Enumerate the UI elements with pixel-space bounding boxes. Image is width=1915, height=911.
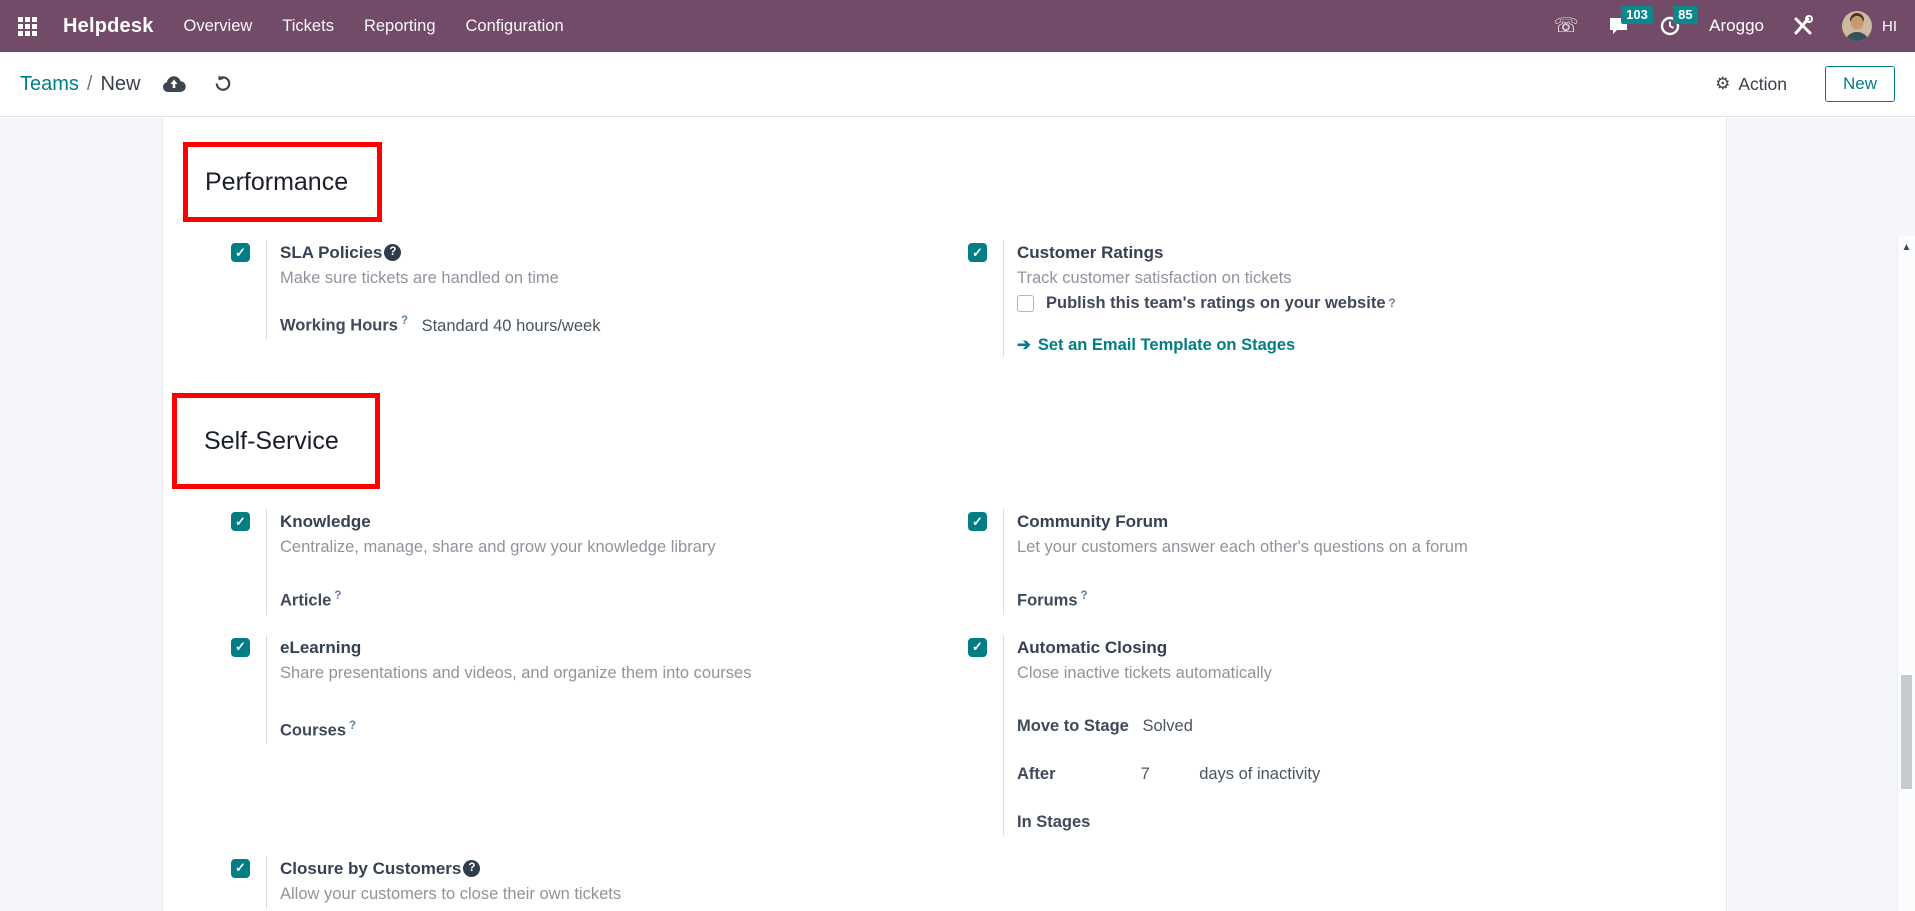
tools-icon[interactable] xyxy=(1790,11,1816,41)
vertical-scrollbar[interactable]: ▲ xyxy=(1897,236,1915,911)
after-days-suffix: days of inactivity xyxy=(1199,765,1320,783)
automatic-closing-checkbox[interactable]: ✓ xyxy=(968,638,987,657)
setting-community-forum: ✓ Community Forum Let your customers ans… xyxy=(968,509,1726,615)
elearning-title: eLearning xyxy=(280,635,968,660)
courses-label: Courses xyxy=(280,721,346,739)
sla-policies-checkbox[interactable]: ✓ xyxy=(231,243,250,262)
closure-by-customers-desc: Allow your customers to close their own … xyxy=(280,882,968,907)
email-template-link[interactable]: ➔ Set an Email Template on Stages xyxy=(1017,335,1726,355)
annotation-box-performance: Performance xyxy=(183,142,382,222)
elearning-desc: Share presentations and videos, and orga… xyxy=(280,661,968,686)
forums-label: Forums xyxy=(1017,592,1078,610)
sla-policies-title: SLA Policies xyxy=(280,240,382,265)
publish-ratings-label: Publish this team's ratings on your webs… xyxy=(1046,294,1386,313)
customer-ratings-checkbox[interactable]: ✓ xyxy=(968,243,987,262)
after-days-input[interactable]: 7 xyxy=(1141,762,1195,786)
settings-form-card: Performance ✓ SLA Policies ? Make sure t… xyxy=(162,118,1727,911)
sla-policies-desc: Make sure tickets are handled on time xyxy=(280,266,968,291)
setting-customer-ratings: ✓ Customer Ratings Track customer satisf… xyxy=(968,240,1726,357)
gear-icon: ⚙ xyxy=(1715,74,1730,94)
setting-elearning: ✓ eLearning Share presentations and vide… xyxy=(231,635,968,836)
activities-count-badge: 85 xyxy=(1673,6,1697,24)
company-name[interactable]: Aroggo xyxy=(1709,16,1764,36)
voip-phone-icon[interactable]: ☏ xyxy=(1553,11,1579,41)
working-hours-label: Working Hours xyxy=(280,317,398,335)
scrollbar-thumb[interactable] xyxy=(1901,675,1912,789)
main-content: Performance ✓ SLA Policies ? Make sure t… xyxy=(0,118,1915,911)
breadcrumb-teams-link[interactable]: Teams xyxy=(20,73,79,96)
elearning-checkbox[interactable]: ✓ xyxy=(231,638,250,657)
article-help-sup: ? xyxy=(334,590,341,602)
setting-sla-policies: ✓ SLA Policies ? Make sure tickets are h… xyxy=(231,240,968,357)
publish-ratings-checkbox[interactable] xyxy=(1017,295,1034,312)
closure-by-customers-title: Closure by Customers xyxy=(280,856,461,881)
breadcrumb-current: New xyxy=(100,73,140,96)
working-hours-value[interactable]: Standard 40 hours/week xyxy=(422,317,601,335)
closure-by-customers-checkbox[interactable]: ✓ xyxy=(231,859,250,878)
working-hours-help-sup: ? xyxy=(401,315,408,327)
top-navbar: Helpdesk Overview Tickets Reporting Conf… xyxy=(0,0,1915,52)
help-circle-icon: ? xyxy=(384,244,401,261)
avatar[interactable] xyxy=(1842,11,1872,41)
community-forum-checkbox[interactable]: ✓ xyxy=(968,512,987,531)
nav-item-tickets[interactable]: Tickets xyxy=(282,17,334,36)
move-to-stage-value[interactable]: Solved xyxy=(1142,717,1192,735)
messages-count-badge: 103 xyxy=(1621,6,1653,24)
activities-icon[interactable]: 85 xyxy=(1657,11,1683,41)
community-forum-desc: Let your customers answer each other's q… xyxy=(1017,535,1726,560)
automatic-closing-desc: Close inactive tickets automatically xyxy=(1017,661,1726,686)
knowledge-checkbox[interactable]: ✓ xyxy=(231,512,250,531)
nav-item-reporting[interactable]: Reporting xyxy=(364,17,436,36)
save-cloud-icon[interactable] xyxy=(162,75,186,93)
user-initials[interactable]: HI xyxy=(1882,18,1897,35)
publish-ratings-help-sup: ? xyxy=(1389,298,1396,310)
apps-grid-icon[interactable] xyxy=(18,17,37,36)
section-title-performance: Performance xyxy=(205,168,348,197)
customer-ratings-desc: Track customer satisfaction on tickets xyxy=(1017,266,1726,291)
knowledge-desc: Centralize, manage, share and grow your … xyxy=(280,535,968,560)
breadcrumb-separator: / xyxy=(87,73,93,96)
messages-icon[interactable]: 103 xyxy=(1605,11,1631,41)
move-to-stage-label: Move to Stage xyxy=(1017,717,1129,735)
control-panel: Teams / New ⚙ Action New xyxy=(0,52,1915,117)
action-menu-button[interactable]: ⚙ Action xyxy=(1715,74,1787,95)
app-title[interactable]: Helpdesk xyxy=(63,15,154,38)
community-forum-title: Community Forum xyxy=(1017,509,1726,534)
scroll-up-arrow[interactable]: ▲ xyxy=(1898,242,1915,253)
forums-help-sup: ? xyxy=(1081,590,1088,602)
nav-item-configuration[interactable]: Configuration xyxy=(466,17,564,36)
automatic-closing-title: Automatic Closing xyxy=(1017,635,1726,660)
setting-automatic-closing: ✓ Automatic Closing Close inactive ticke… xyxy=(968,635,1726,836)
arrow-right-icon: ➔ xyxy=(1017,335,1031,355)
section-title-self-service: Self-Service xyxy=(204,427,339,456)
customer-ratings-title: Customer Ratings xyxy=(1017,240,1726,265)
action-label: Action xyxy=(1738,74,1787,95)
breadcrumb: Teams / New xyxy=(20,73,140,96)
new-record-button[interactable]: New xyxy=(1825,66,1895,102)
setting-knowledge: ✓ Knowledge Centralize, manage, share an… xyxy=(231,509,968,615)
article-label: Article xyxy=(280,592,331,610)
knowledge-title: Knowledge xyxy=(280,509,968,534)
discard-undo-icon[interactable] xyxy=(212,74,232,94)
courses-help-sup: ? xyxy=(349,720,356,732)
help-circle-icon: ? xyxy=(463,860,480,877)
nav-item-overview[interactable]: Overview xyxy=(184,17,253,36)
annotation-box-self-service: Self-Service xyxy=(172,393,380,489)
setting-closure-by-customers: ✓ Closure by Customers ? Allow your cust… xyxy=(231,856,968,909)
after-label: After xyxy=(1017,762,1120,786)
in-stages-label: In Stages xyxy=(1017,813,1090,831)
